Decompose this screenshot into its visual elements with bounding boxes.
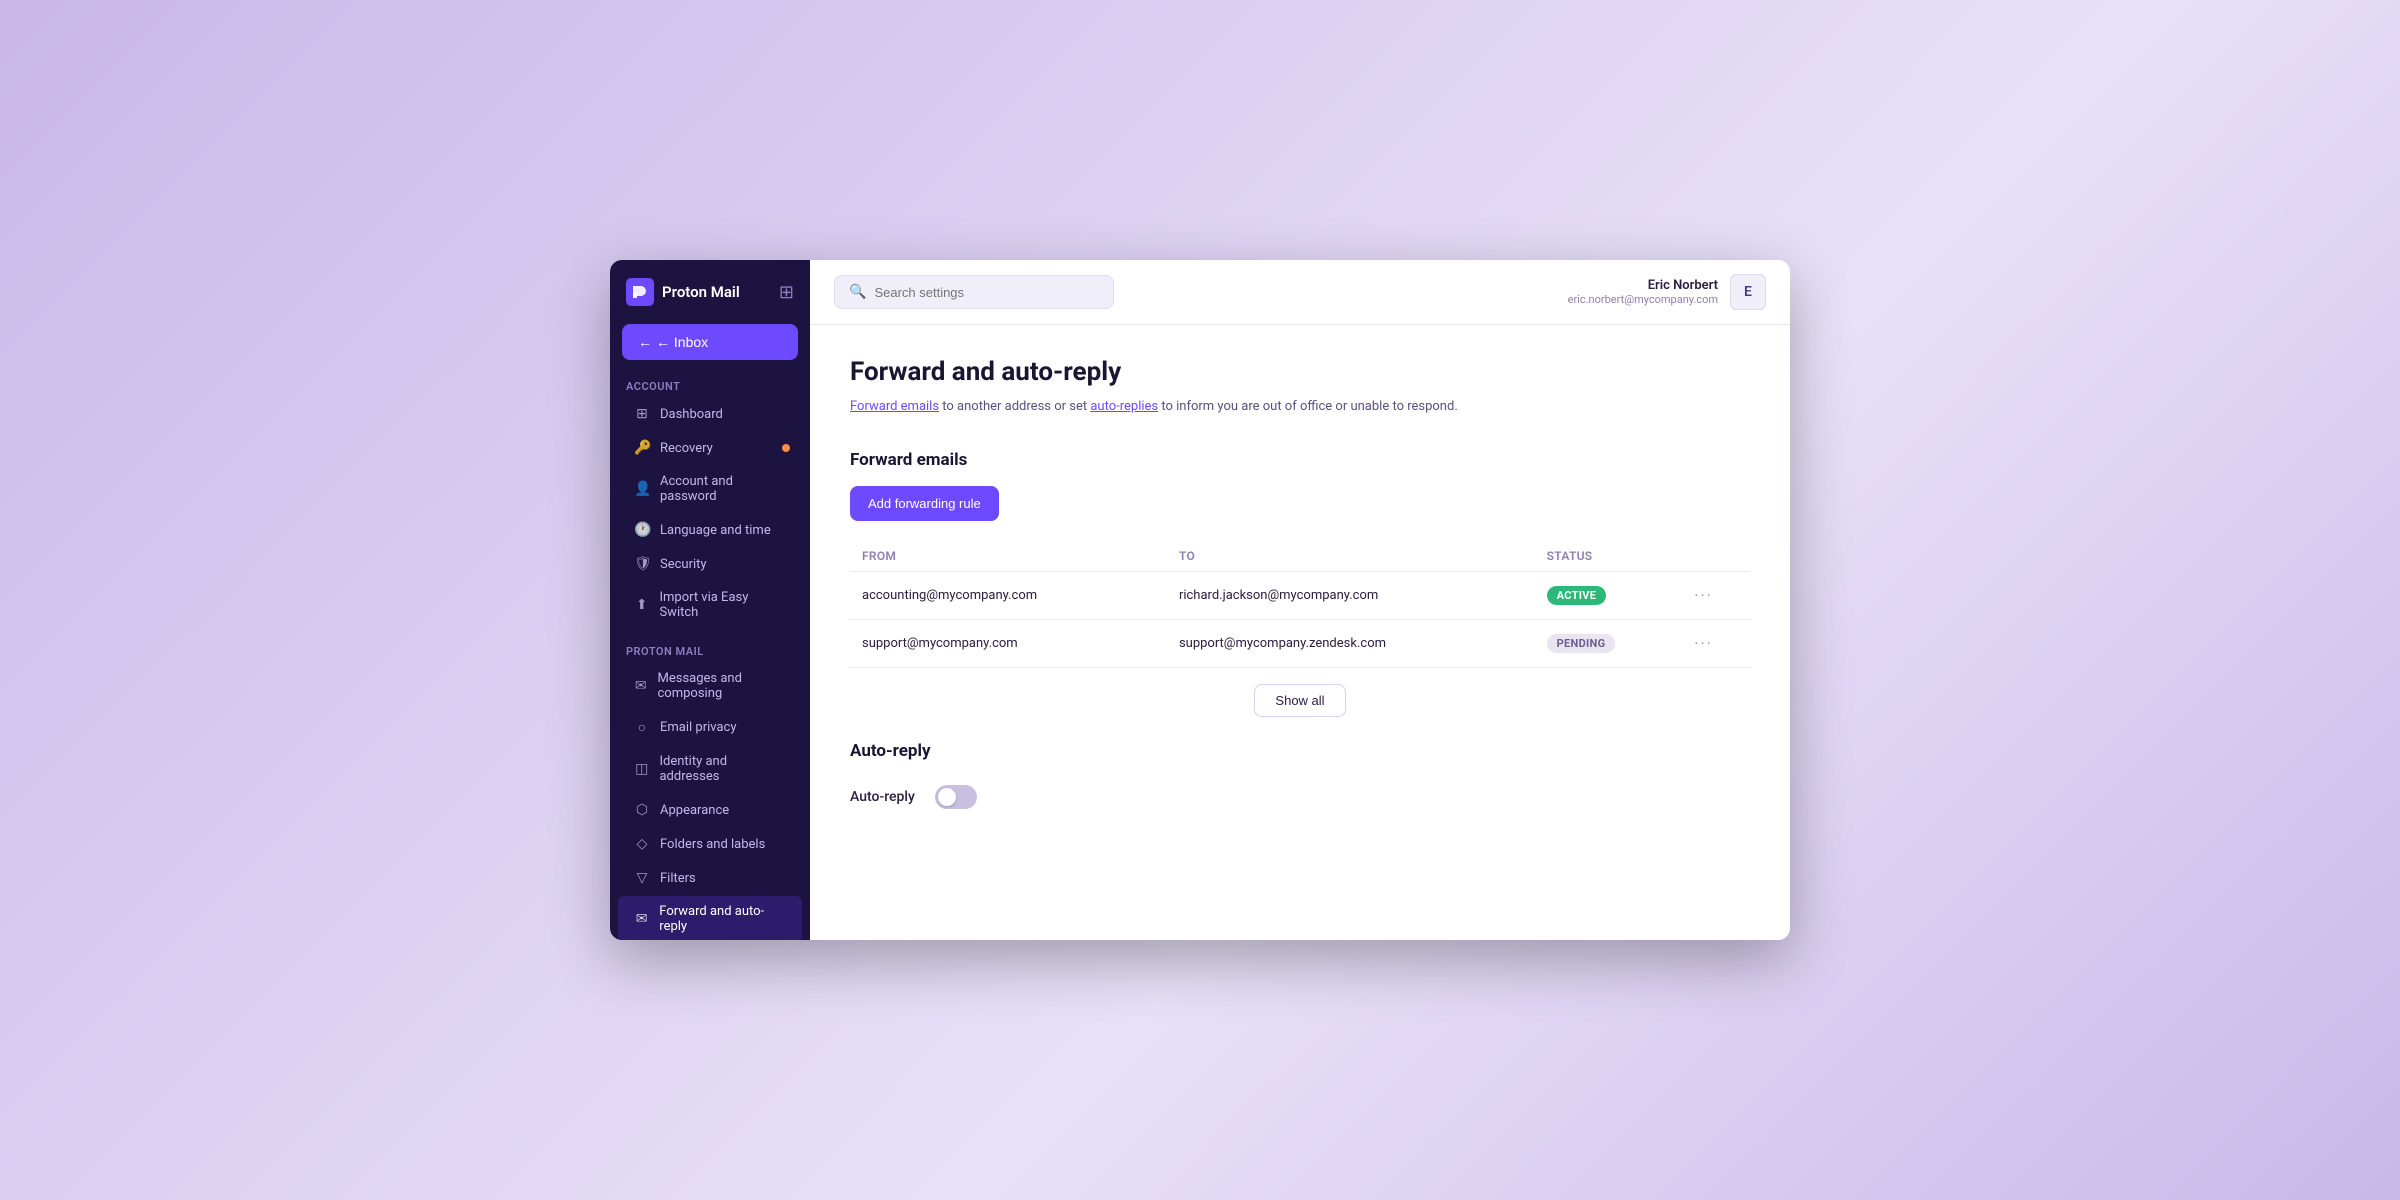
privacy-icon: ○ bbox=[634, 719, 650, 736]
col-header-actions bbox=[1682, 541, 1750, 572]
sidebar: Proton Mail ⊞ ← ← Inbox Account ⊞ Dashbo… bbox=[610, 260, 810, 940]
proton-logo-icon bbox=[626, 278, 654, 306]
user-info: Eric Norbert eric.norbert@mycompany.com … bbox=[1568, 274, 1766, 310]
apps-grid-icon[interactable]: ⊞ bbox=[779, 282, 794, 303]
description-text-1: to another address or set bbox=[939, 399, 1090, 414]
clock-icon: 🕐 bbox=[634, 522, 650, 538]
status-cell-1: ACTIVE bbox=[1535, 571, 1683, 619]
col-header-to: To bbox=[1167, 541, 1535, 572]
forward-section-title: Forward emails bbox=[850, 450, 1750, 470]
sidebar-item-dashboard[interactable]: ⊞ Dashboard bbox=[618, 398, 802, 430]
back-arrow-icon: ← bbox=[638, 334, 652, 350]
search-input[interactable] bbox=[874, 285, 1099, 300]
key-icon: 🔑 bbox=[634, 440, 650, 456]
folder-icon: ◇ bbox=[634, 836, 650, 852]
sidebar-logo: Proton Mail bbox=[626, 278, 740, 306]
from-cell-1: accounting@mycompany.com bbox=[850, 571, 1167, 619]
actions-cell-2: ··· bbox=[1682, 619, 1750, 667]
account-section-label: Account bbox=[610, 372, 810, 397]
user-avatar[interactable]: E bbox=[1730, 274, 1766, 310]
sidebar-item-import[interactable]: ⬆ Import via Easy Switch bbox=[618, 582, 802, 628]
top-bar: 🔍 Eric Norbert eric.norbert@mycompany.co… bbox=[810, 260, 1790, 325]
page-description: Forward emails to another address or set… bbox=[850, 397, 1750, 418]
inbox-button[interactable]: ← ← Inbox bbox=[622, 324, 798, 360]
search-bar[interactable]: 🔍 bbox=[834, 275, 1114, 309]
sidebar-item-account-password[interactable]: 👤 Account and password bbox=[618, 466, 802, 512]
recovery-notification-dot bbox=[782, 444, 790, 452]
row-more-menu-2[interactable]: ··· bbox=[1694, 634, 1713, 653]
sidebar-item-security[interactable]: 🛡 Security bbox=[618, 548, 802, 580]
to-cell-2: support@mycompany.zendesk.com bbox=[1167, 619, 1535, 667]
identity-icon: ◫ bbox=[634, 761, 649, 777]
auto-reply-section-title: Auto-reply bbox=[850, 741, 1750, 761]
sidebar-item-folders[interactable]: ◇ Folders and labels bbox=[618, 828, 802, 860]
description-text-2: to inform you are out of office or unabl… bbox=[1158, 399, 1458, 414]
sidebar-item-messages[interactable]: ✉ Messages and composing bbox=[618, 663, 802, 709]
row-more-menu-1[interactable]: ··· bbox=[1694, 586, 1713, 605]
actions-cell-1: ··· bbox=[1682, 571, 1750, 619]
table-row: accounting@mycompany.com richard.jackson… bbox=[850, 571, 1750, 619]
forward-icon: ✉ bbox=[634, 911, 649, 927]
import-icon: ⬆ bbox=[634, 597, 649, 613]
main-content: 🔍 Eric Norbert eric.norbert@mycompany.co… bbox=[810, 260, 1790, 940]
logo-text: Proton Mail bbox=[662, 283, 740, 301]
dashboard-icon: ⊞ bbox=[634, 406, 650, 422]
compose-icon: ✉ bbox=[634, 678, 648, 694]
page-title: Forward and auto-reply bbox=[850, 357, 1750, 387]
sidebar-item-email-privacy[interactable]: ○ Email privacy bbox=[618, 711, 802, 744]
from-cell-2: support@mycompany.com bbox=[850, 619, 1167, 667]
shield-icon: 🛡 bbox=[634, 556, 650, 572]
status-cell-2: PENDING bbox=[1535, 619, 1683, 667]
user-details: Eric Norbert eric.norbert@mycompany.com bbox=[1568, 278, 1718, 306]
auto-reply-row: Auto-reply bbox=[850, 777, 1750, 817]
user-icon: 👤 bbox=[634, 481, 650, 497]
sidebar-item-appearance[interactable]: ⬡ Appearance bbox=[618, 794, 802, 826]
table-row: support@mycompany.com support@mycompany.… bbox=[850, 619, 1750, 667]
toggle-knob bbox=[938, 788, 956, 806]
show-all-button[interactable]: Show all bbox=[1254, 684, 1345, 717]
sidebar-item-forward-auto-reply[interactable]: ✉ Forward and auto-reply bbox=[618, 896, 802, 940]
forward-emails-link[interactable]: Forward emails bbox=[850, 399, 939, 414]
page-content: Forward and auto-reply Forward emails to… bbox=[810, 325, 1790, 940]
auto-reply-toggle[interactable] bbox=[935, 785, 977, 809]
search-icon: 🔍 bbox=[849, 284, 866, 300]
to-cell-1: richard.jackson@mycompany.com bbox=[1167, 571, 1535, 619]
table-header-row: From To Status bbox=[850, 541, 1750, 572]
col-header-status: Status bbox=[1535, 541, 1683, 572]
protonmail-section-label: Proton Mail bbox=[610, 637, 810, 662]
auto-reply-label: Auto-reply bbox=[850, 789, 915, 805]
sidebar-item-identity[interactable]: ◫ Identity and addresses bbox=[618, 746, 802, 792]
status-badge-pending: PENDING bbox=[1547, 634, 1616, 653]
status-badge-active: ACTIVE bbox=[1547, 586, 1607, 605]
col-header-from: From bbox=[850, 541, 1167, 572]
user-name: Eric Norbert bbox=[1568, 278, 1718, 293]
appearance-icon: ⬡ bbox=[634, 802, 650, 818]
auto-reply-section: Auto-reply Auto-reply bbox=[850, 741, 1750, 817]
sidebar-item-language-time[interactable]: 🕐 Language and time bbox=[618, 514, 802, 546]
filter-icon: ▽ bbox=[634, 870, 650, 886]
sidebar-header: Proton Mail ⊞ bbox=[610, 260, 810, 324]
sidebar-item-recovery[interactable]: 🔑 Recovery bbox=[618, 432, 802, 464]
forwarding-table: From To Status accounting@mycompany.com … bbox=[850, 541, 1750, 668]
user-email: eric.norbert@mycompany.com bbox=[1568, 293, 1718, 306]
sidebar-item-filters[interactable]: ▽ Filters bbox=[618, 862, 802, 894]
auto-replies-link[interactable]: auto-replies bbox=[1090, 399, 1158, 414]
add-forwarding-rule-button[interactable]: Add forwarding rule bbox=[850, 486, 999, 521]
